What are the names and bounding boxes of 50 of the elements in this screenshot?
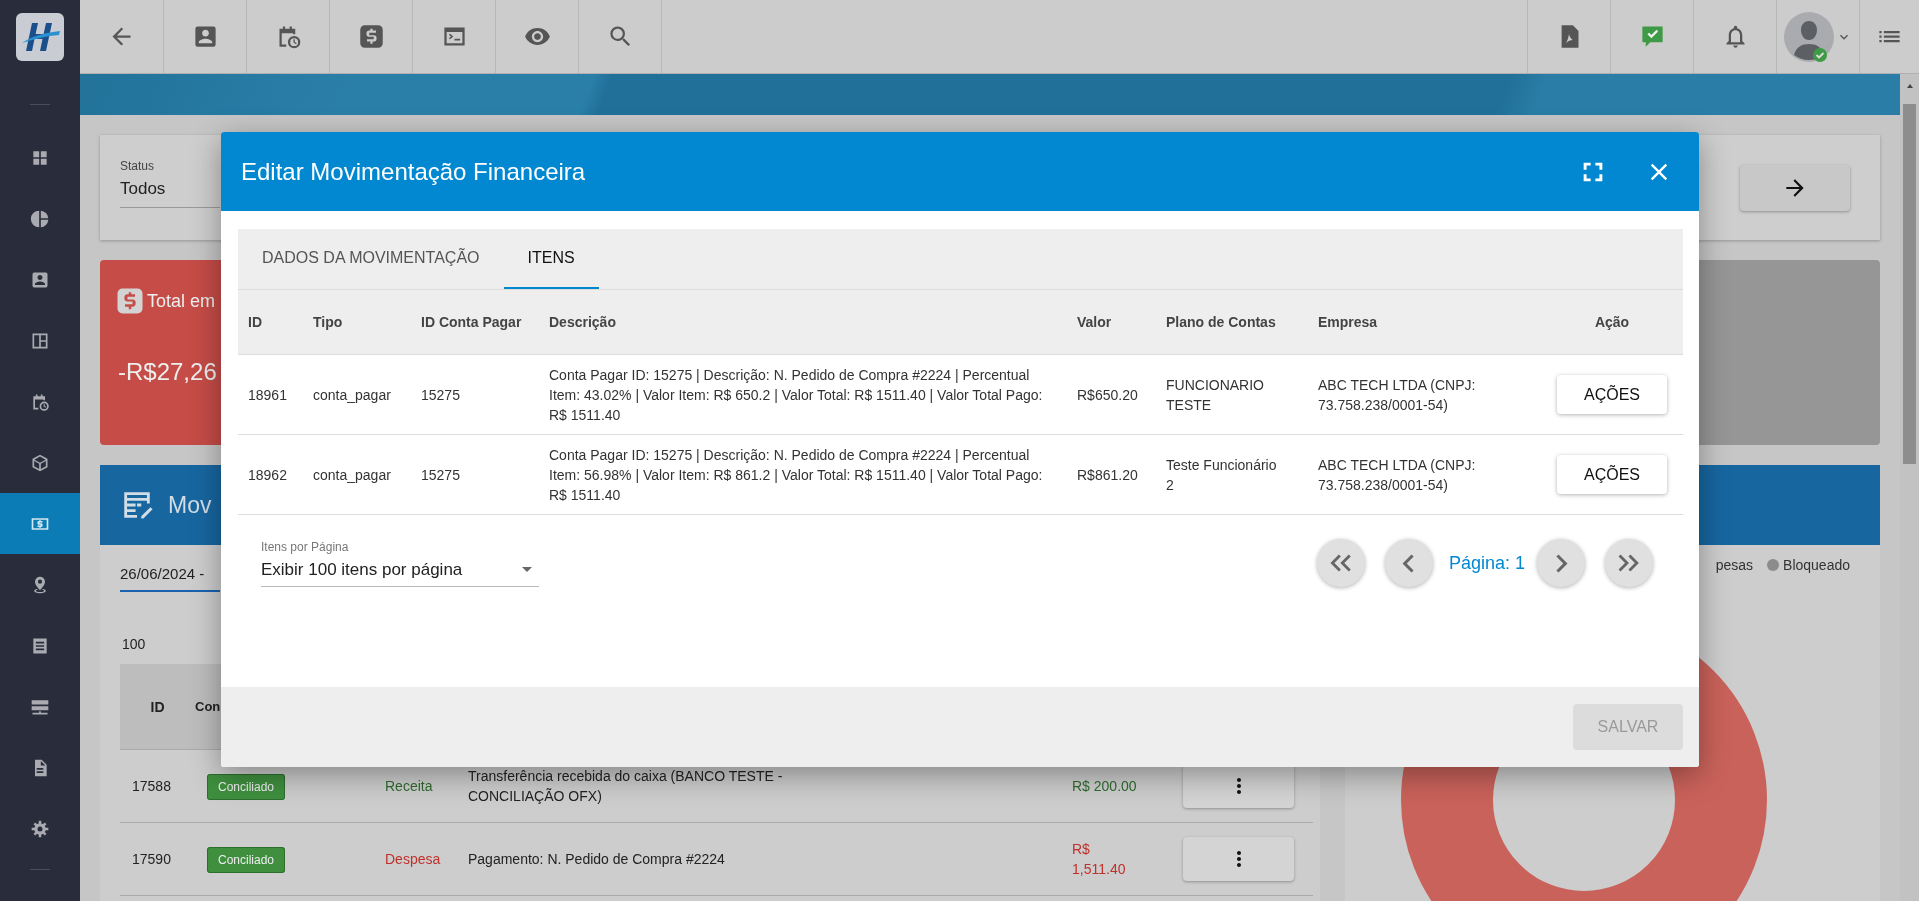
field-label: Status — [120, 159, 156, 173]
table-cell-text: conta_pagar — [312, 465, 392, 485]
table-cell-text: Pagamento: N. Pedido de Compra #2224 — [468, 850, 726, 869]
table-cell-text: FUNCIONARIO TESTE — [1165, 375, 1265, 415]
status-badge: Conciliado — [207, 846, 286, 873]
table-cell-text: 18961 — [247, 385, 288, 405]
table-cell-text: Conta Pagar ID: 15275 | Descrição: N. Pedido de Compra #2224 | Percentual Item: 56.98% | Valor Item: R$ 861.2 | Valor Total: R$ 1511.40 | Valor Total Pago: R$ 1511.40 — [548, 445, 1044, 505]
table-cell-text: 18962 — [247, 465, 288, 485]
column-header: Plano de Contas — [1165, 313, 1277, 332]
table-cell-text: 15275 — [420, 385, 461, 405]
table-cell-text: Transferência recebida do caixa (BANCO TESTE - CONCILIAÇÃO OFX) — [468, 767, 784, 806]
column-header: Con — [195, 699, 221, 714]
table-cell-text: Teste Funcionário 2 — [1165, 455, 1278, 495]
status-badge: Conciliado — [207, 773, 286, 800]
dialog-title: Editar Movimentação Financeira — [241, 157, 587, 186]
table-cell-text: 17588 — [131, 777, 172, 796]
table-cell-text: R$ 200.00 — [1072, 777, 1138, 796]
actions-button[interactable]: AÇÕES — [1557, 455, 1667, 494]
status-select[interactable]: Status Todos — [120, 159, 220, 208]
column-header: ID — [247, 313, 263, 332]
items-per-page-select[interactable]: Exibir 100 itens por página — [261, 559, 539, 587]
page-number: Página: 1 — [1448, 552, 1525, 574]
table-cell-text: conta_pagar — [312, 385, 392, 405]
field-value: Todos — [120, 179, 167, 199]
panel-title: Mov — [168, 491, 212, 519]
column-header: Empresa — [1317, 313, 1379, 332]
card-title: Total em — [147, 290, 216, 312]
page-size-text: 100 — [122, 636, 147, 652]
table-cell-text: 17590 — [131, 850, 172, 869]
table-cell-text: R$861.20 — [1076, 465, 1139, 485]
column-header: ID — [149, 698, 166, 715]
table-cell-text: R$650.20 — [1076, 385, 1139, 405]
actions-button[interactable]: AÇÕES — [1557, 375, 1667, 414]
legend-label: Bloqueado — [1783, 557, 1850, 573]
field-label: Itens por Página — [261, 539, 350, 554]
table-cell-text: R$ 1,511.40 — [1072, 840, 1127, 879]
table-cell-text: 15275 — [420, 465, 461, 485]
column-header: ID Conta Pagar — [420, 313, 523, 332]
table-cell-text: ABC TECH LTDA (CNPJ: 73.758.238/0001-54) — [1317, 375, 1477, 415]
table-cell-text: Despesa — [385, 850, 442, 869]
table-cell-text: Conta Pagar ID: 15275 | Descrição: N. Pedido de Compra #2224 | Percentual Item: 43.02% | Valor Item: R$ 650.2 | Valor Total: R$ 1511.40 | Valor Total Pago: R$ 1511.40 — [548, 365, 1044, 425]
column-header: Valor — [1076, 313, 1113, 332]
column-header: Ação — [1593, 313, 1631, 332]
column-header: Tipo — [312, 313, 344, 332]
column-header: Descrição — [548, 313, 617, 332]
table-cell-text: ABC TECH LTDA (CNPJ: 73.758.238/0001-54) — [1317, 455, 1477, 495]
tab[interactable]: DADOS DA MOVIMENTAÇÃO — [238, 229, 504, 289]
card-amount: -R$27,26 — [117, 358, 218, 386]
legend-label: pesas — [1715, 557, 1754, 573]
table-cell-text: Receita — [385, 777, 434, 796]
